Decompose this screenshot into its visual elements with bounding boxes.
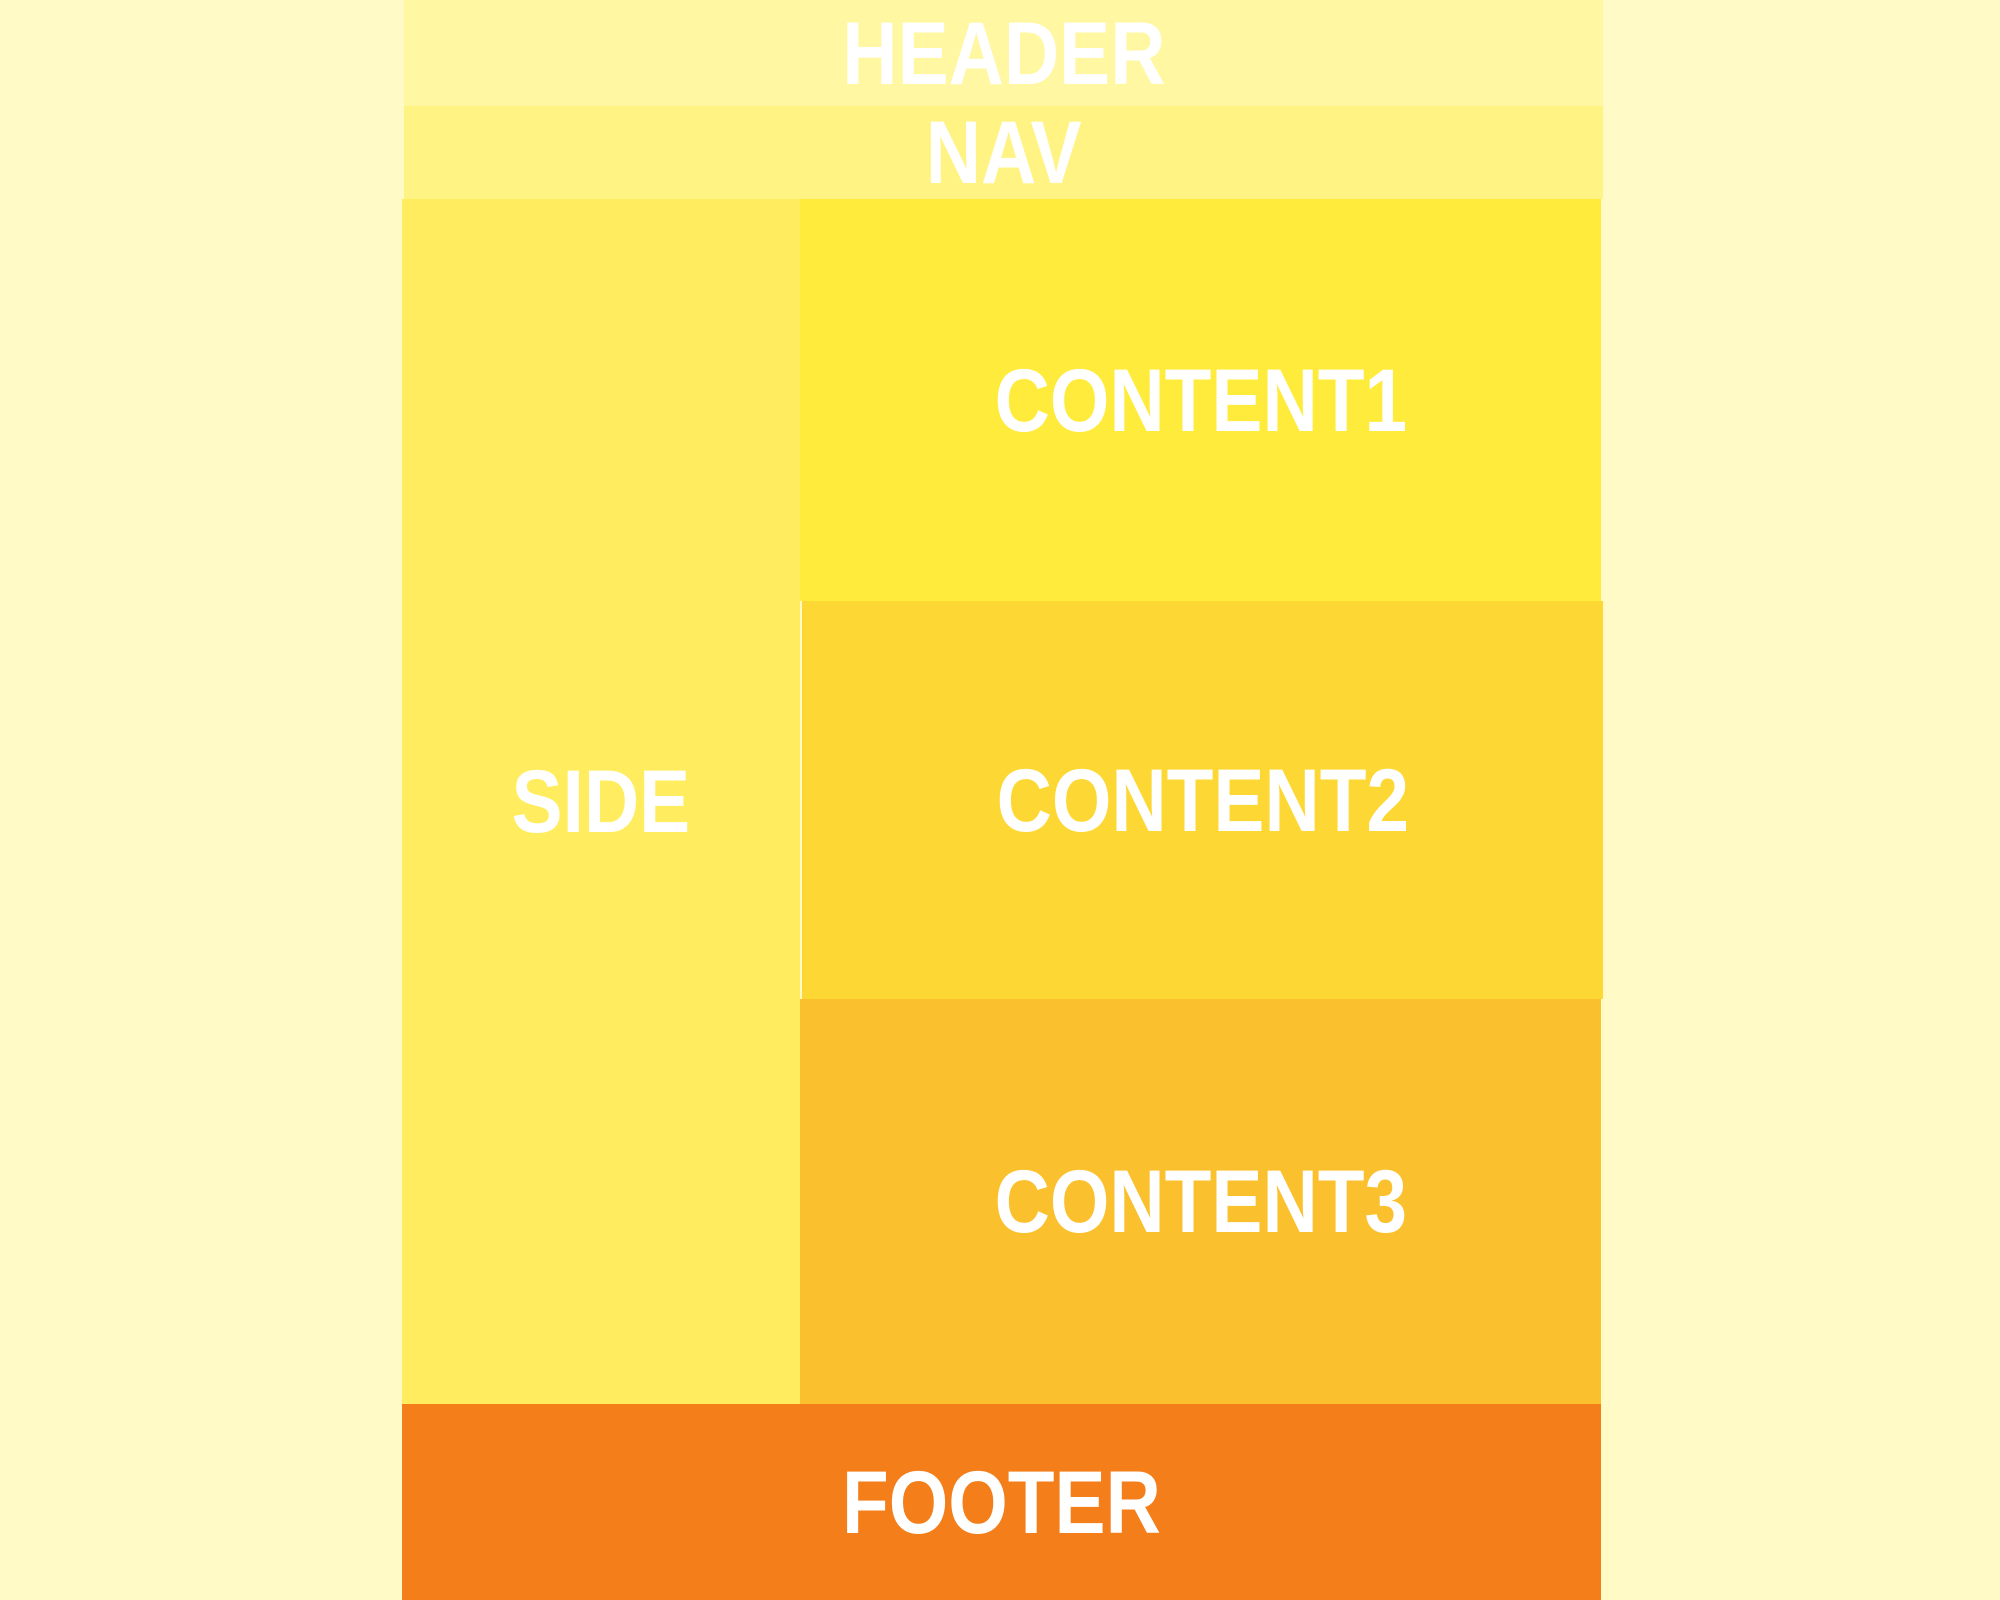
header-region: HEADER — [404, 0, 1603, 106]
footer-region: FOOTER — [402, 1404, 1601, 1600]
content2-region: CONTENT2 — [802, 601, 1603, 999]
content1-label: CONTENT1 — [994, 349, 1407, 450]
content3-label: CONTENT3 — [994, 1151, 1407, 1251]
content3-region: CONTENT3 — [800, 999, 1601, 1404]
nav-region: NAV — [404, 106, 1603, 199]
header-label: HEADER — [841, 2, 1166, 103]
side-region: SIDE — [402, 199, 800, 1404]
nav-label: NAV — [925, 102, 1082, 202]
footer-label: FOOTER — [842, 1451, 1161, 1552]
side-label: SIDE — [511, 751, 691, 851]
content1-region: CONTENT1 — [800, 199, 1601, 601]
content2-label: CONTENT2 — [996, 749, 1409, 850]
